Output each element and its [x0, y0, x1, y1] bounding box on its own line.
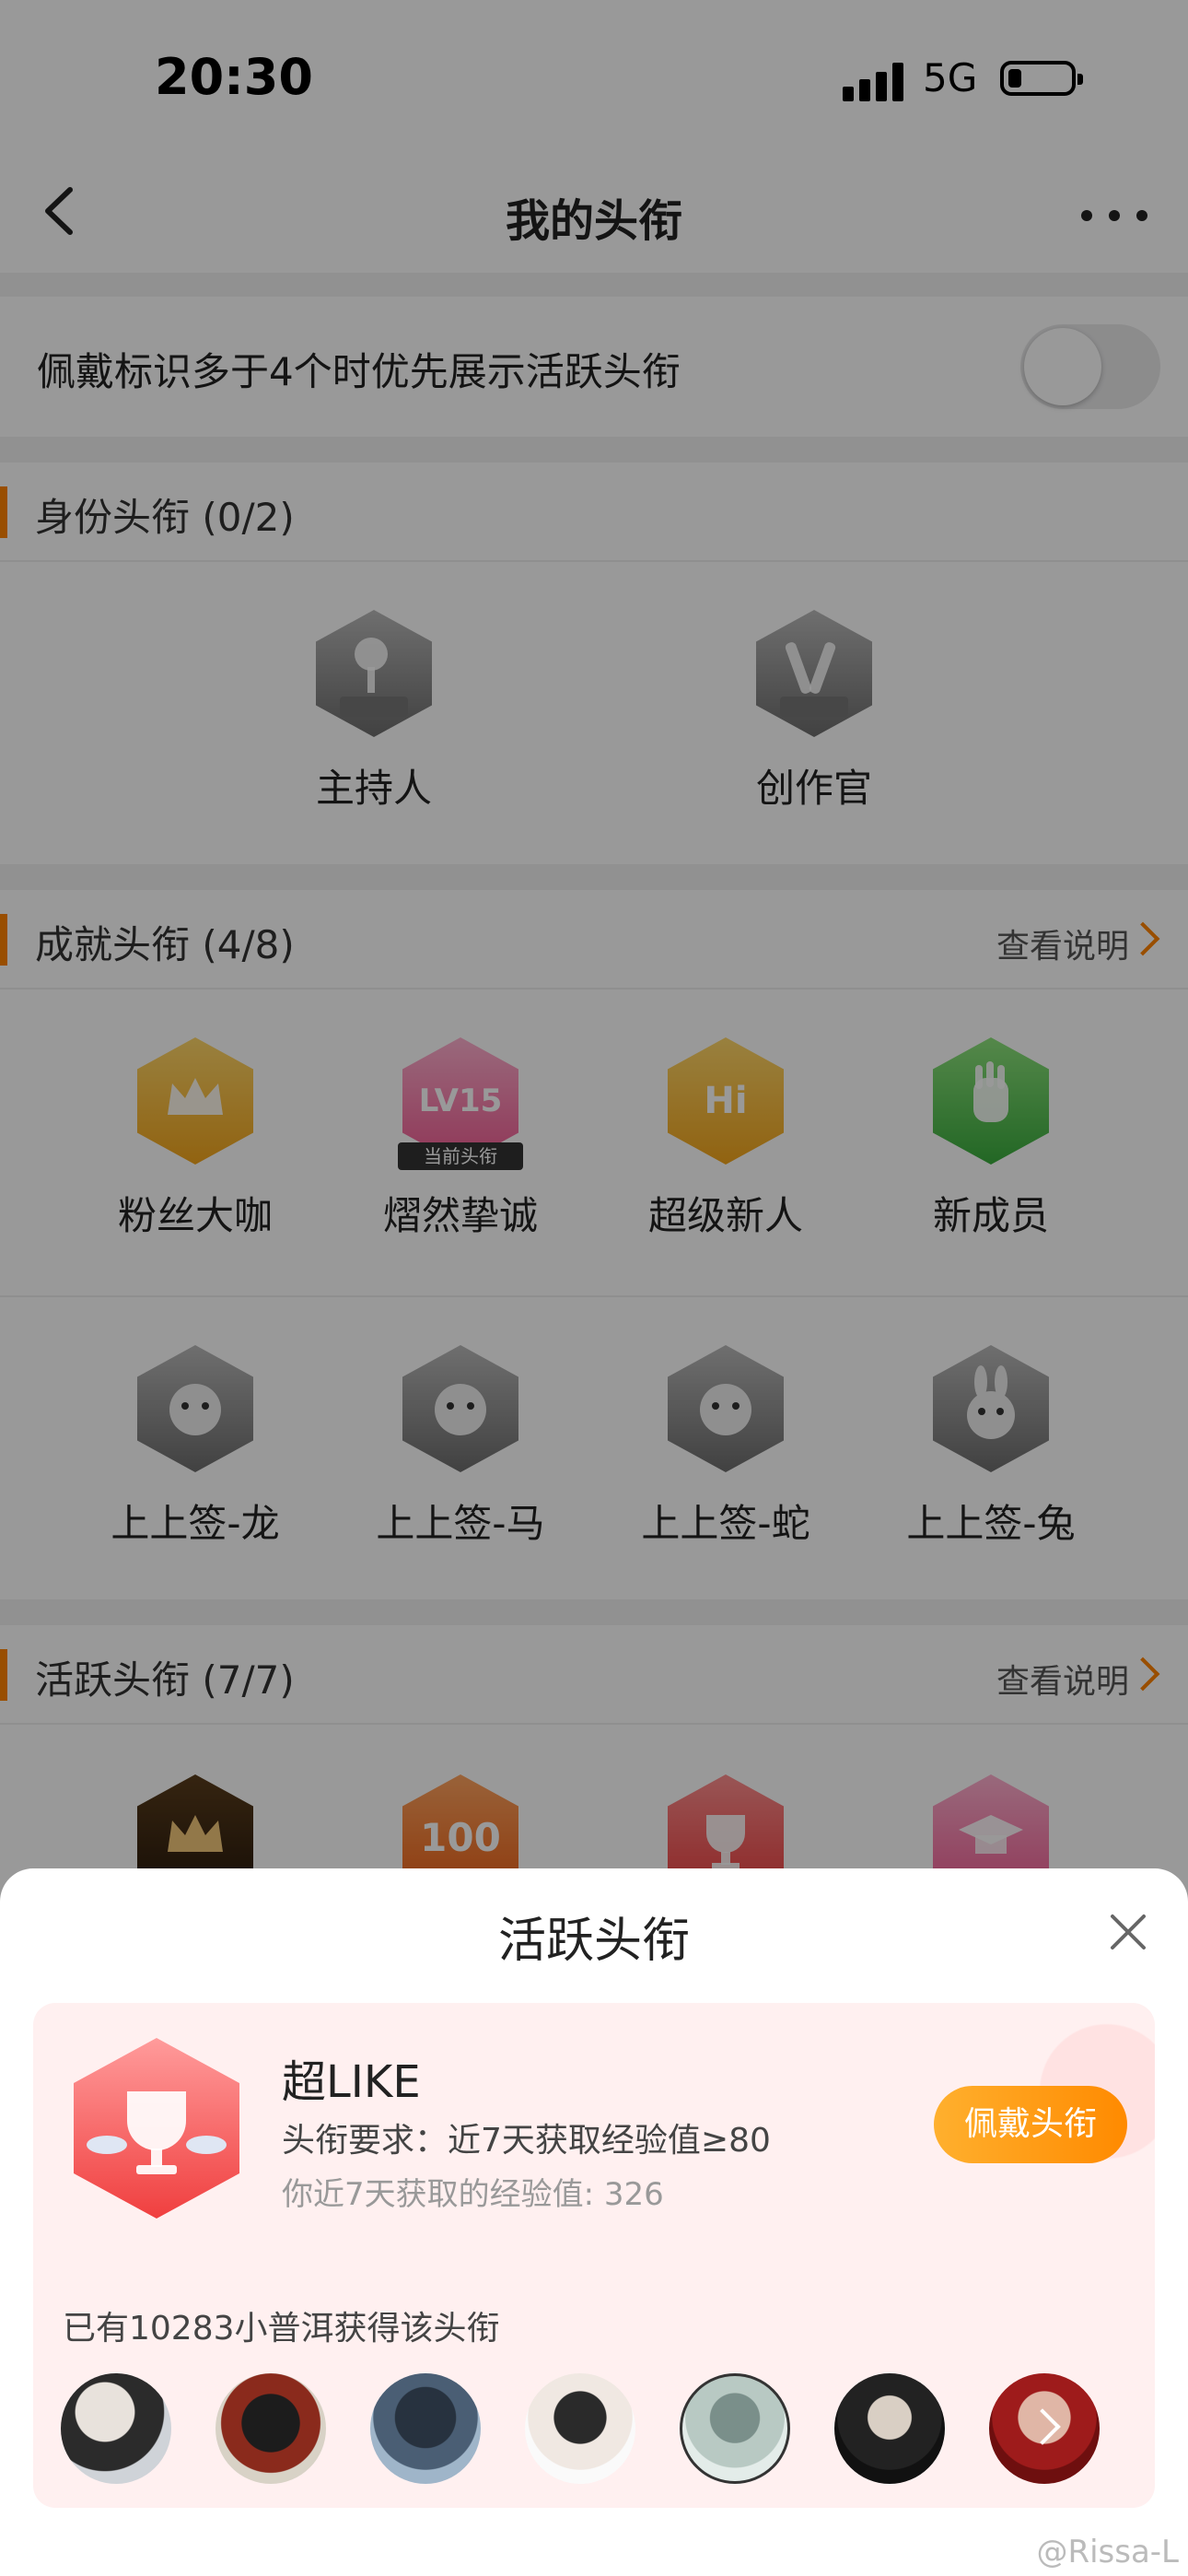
wear-badge-button[interactable]: 佩戴头衔: [934, 2086, 1127, 2163]
owner-avatar-list: [61, 2373, 1129, 2488]
trophy-icon: [74, 2038, 239, 2219]
more-avatars-chevron-icon[interactable]: [989, 2373, 1100, 2484]
page: 20:30 5G 我的头衔 佩戴标识多于4个时优先展示活跃头衔 身份头衔 (0/…: [0, 0, 1188, 2576]
sheet-title: 活跃头衔: [497, 1914, 690, 1969]
badge-detail-sheet: 活跃头衔 超LIKE 头衔要求：近7天获取经验值≥80 你近7天获取的经验值: …: [0, 1868, 1188, 2576]
badge-name: 超LIKE: [282, 2056, 421, 2108]
my-experience: 你近7天获取的经验值: 326: [282, 2176, 664, 2213]
avatar[interactable]: [370, 2373, 481, 2484]
avatar[interactable]: [215, 2373, 326, 2484]
badge-requirement: 头衔要求：近7天获取经验值≥80: [282, 2122, 771, 2160]
owned-count: 已有10283小普洱获得该头衔: [63, 2310, 500, 2348]
avatar[interactable]: [525, 2373, 635, 2484]
badge-detail-card: 超LIKE 头衔要求：近7天获取经验值≥80 你近7天获取的经验值: 326 佩…: [33, 2003, 1155, 2508]
avatar[interactable]: [680, 2373, 790, 2484]
watermark: @Rissa-L: [1036, 2534, 1179, 2570]
avatar[interactable]: [834, 2373, 945, 2484]
avatar[interactable]: [61, 2373, 171, 2484]
close-icon[interactable]: [1105, 1909, 1151, 1955]
